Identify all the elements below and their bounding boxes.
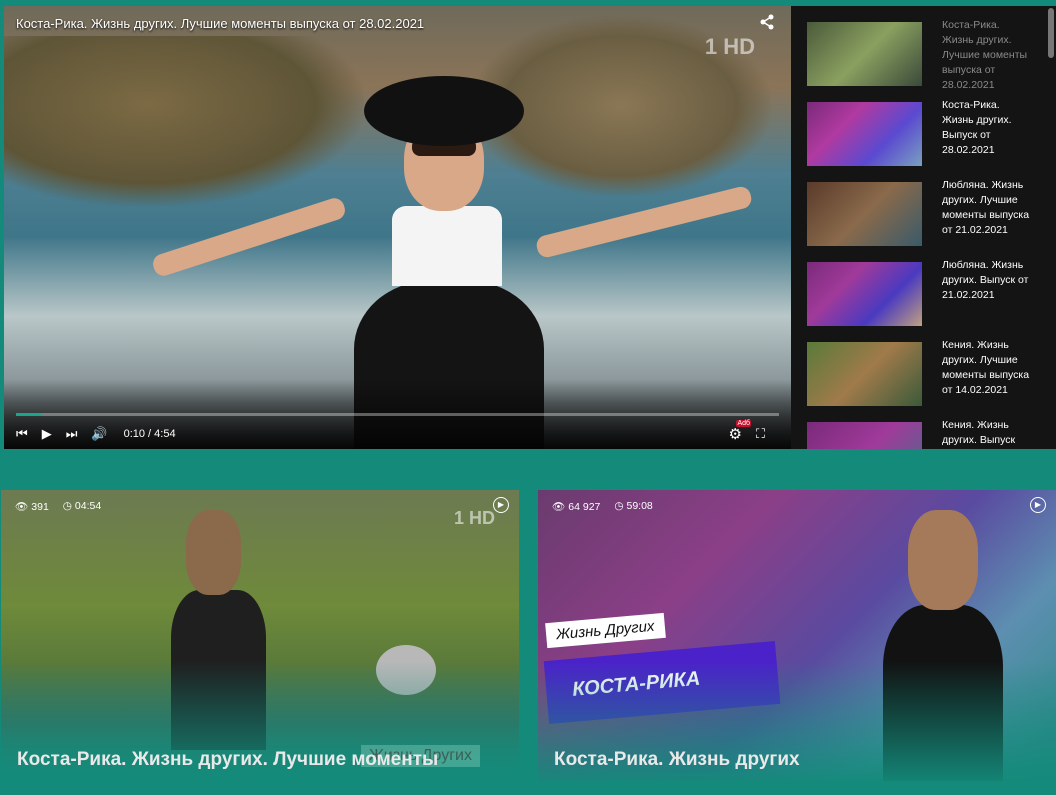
playlist-thumbnail[interactable]	[807, 102, 922, 166]
playlist-thumbnail[interactable]	[807, 182, 922, 246]
next-icon[interactable]: ⏭	[66, 426, 78, 442]
playlist-item-title[interactable]: Любляна. Жизнь других. Выпуск от 21.02.2…	[942, 258, 1034, 303]
share-icon[interactable]	[759, 14, 775, 35]
clock-icon: ◷	[62, 500, 72, 512]
playlist-item-title[interactable]: Коста-Рика. Жизнь других. Лучшие моменты…	[942, 18, 1034, 93]
playlist-item-title[interactable]: Коста-Рика. Жизнь других. Выпуск от 28.0…	[942, 98, 1034, 158]
playlist-item[interactable]: Коста-Рика. Жизнь других. Выпуск от 28.0…	[807, 99, 1037, 168]
playlist-item-title[interactable]: Кения. Жизнь других. Лучшие моменты выпу…	[942, 338, 1034, 398]
eye-icon: 👁	[15, 501, 29, 513]
progress-fill	[16, 413, 42, 416]
playlist-item[interactable]: Любляна. Жизнь других. Выпуск от 21.02.2…	[807, 259, 1037, 328]
time-display: 0:10 / 4:54	[123, 428, 176, 440]
playlist-thumbnail[interactable]	[807, 22, 922, 86]
settings-icon[interactable]: ⚙ Adб	[728, 420, 752, 443]
playlist-sidebar: Коста-Рика. Жизнь других. Лучшие моменты…	[791, 6, 1056, 449]
channel-logo: 1 HD	[704, 34, 755, 59]
video-scene-cliff-left	[4, 36, 364, 206]
video-card[interactable]: Жизнь Других КОСТА-РИКА 👁 64 927 ◷ 59:08…	[538, 490, 1056, 781]
card-title[interactable]: Коста-Рика. Жизнь других. Лучшие моменты	[17, 749, 438, 771]
video-player[interactable]: Коста-Рика. Жизнь других. Лучшие моменты…	[4, 6, 791, 449]
fullscreen-icon[interactable]: ⛶	[756, 426, 765, 442]
card-title[interactable]: Коста-Рика. Жизнь других	[554, 749, 800, 771]
playlist-scrollbar[interactable]	[1048, 8, 1054, 58]
playlist-item-title[interactable]: Кения. Жизнь других. Выпуск	[942, 418, 1034, 448]
adv-badge: Adб	[736, 420, 752, 427]
duration: ◷ 59:08	[614, 500, 653, 512]
card-stats: 👁 64 927 ◷ 59:08	[552, 500, 653, 513]
video-title: Коста-Рика. Жизнь других. Лучшие моменты…	[16, 16, 425, 31]
video-frame[interactable]	[4, 6, 791, 449]
play-icon[interactable]: ▶	[42, 426, 52, 442]
previous-icon[interactable]: ⏮	[16, 426, 28, 442]
playlist-item[interactable]: Коста-Рика. Жизнь других. Лучшие моменты…	[807, 19, 1037, 91]
playlist-item[interactable]: Кения. Жизнь других. Выпуск	[807, 419, 1037, 449]
channel-logo: 1 HD	[453, 508, 495, 528]
views-count: 👁 64 927	[552, 501, 601, 513]
playlist-item[interactable]: Кения. Жизнь других. Лучшие моменты выпу…	[807, 339, 1037, 408]
playlist-thumbnail[interactable]	[807, 262, 922, 326]
eye-icon: 👁	[552, 501, 566, 513]
views-count: 👁 391	[15, 501, 49, 513]
playlist-thumbnail[interactable]	[807, 422, 922, 449]
clock-icon: ◷	[614, 500, 624, 512]
player-controls: ⏮ ▶ ⏭ 🔊 0:10 / 4:54 ⚙ Adб ⛶	[16, 420, 779, 444]
playlist-thumbnail[interactable]	[807, 342, 922, 406]
duration: ◷ 04:54	[62, 500, 102, 512]
video-card[interactable]: 1 HD Жизнь Других 👁 391 ◷ 04:54 ▶ Коста-…	[1, 490, 519, 781]
volume-icon[interactable]: 🔊	[91, 426, 107, 442]
progress-bar[interactable]	[16, 413, 779, 416]
play-icon[interactable]: ▶	[493, 497, 509, 513]
card-stats: 👁 391 ◷ 04:54	[15, 500, 101, 513]
play-icon[interactable]: ▶	[1030, 497, 1046, 513]
show-name: Жизнь Других	[545, 612, 666, 649]
playlist-item[interactable]: Любляна. Жизнь других. Лучшие моменты вы…	[807, 179, 1037, 248]
playlist-item-title[interactable]: Любляна. Жизнь других. Лучшие моменты вы…	[942, 178, 1034, 238]
